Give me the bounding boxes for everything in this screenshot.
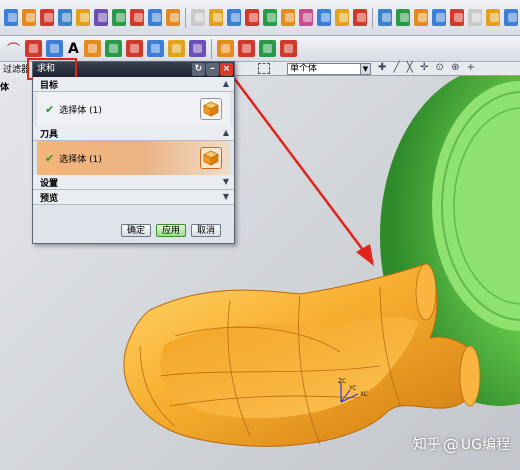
chevron-up-icon[interactable]: ▲ — [221, 128, 231, 138]
toolbar-button[interactable] — [58, 9, 73, 26]
toolbar-button[interactable] — [263, 9, 278, 26]
orange-bowl-body[interactable] — [123, 263, 481, 447]
chevron-down-icon[interactable]: ▼ — [221, 177, 231, 187]
snap-point-icons[interactable]: ✚ ╱ ╳ ✛ ⊙ ⊕ + — [378, 62, 477, 73]
preview-section-header[interactable]: 预览 ▼ — [33, 190, 234, 205]
side-label: 体 — [0, 83, 10, 93]
select-body-cube-icon[interactable] — [200, 98, 222, 120]
close-icon[interactable]: × — [220, 63, 233, 76]
watermark-author: UG编程 — [460, 437, 510, 453]
cancel-button[interactable]: 取消 — [190, 224, 221, 237]
toolbar-button[interactable] — [468, 9, 483, 26]
toolbar-button[interactable] — [377, 9, 392, 26]
title-buttons: ↻ – × — [191, 63, 233, 76]
toolbar-button[interactable] — [40, 9, 55, 26]
check-icon: ✔ — [45, 151, 55, 165]
toolbar-button[interactable] — [258, 40, 276, 57]
target-section-title: 目标 — [40, 80, 59, 91]
toolbar-button[interactable] — [148, 9, 163, 26]
toolbar-button[interactable] — [414, 9, 429, 26]
toolbar-row-2: ⌒ A — [0, 36, 520, 62]
toolbar-button[interactable] — [450, 9, 465, 26]
select-body-cube-icon[interactable] — [200, 147, 222, 169]
tool-select-label: 选择体 (1) — [59, 154, 102, 165]
toolbar-row-1 — [0, 0, 520, 36]
unite-dialog: 求和 ↻ – × 目标 ▲ ✔ 选择体 (1) 刀具 ▲ ✔ 选择体 (1) 设… — [27, 58, 235, 244]
toolbar-button[interactable] — [94, 9, 109, 26]
chevron-down-icon[interactable]: ▼ — [221, 192, 231, 202]
settings-section-header[interactable]: 设置 ▼ — [33, 175, 234, 190]
chevron-up-icon[interactable]: ▲ — [221, 79, 231, 89]
watermark-brand: 知乎 — [412, 437, 441, 453]
text-icon[interactable]: A — [68, 41, 79, 57]
toolbar-button[interactable] — [4, 9, 19, 26]
toolbar-button[interactable] — [209, 9, 224, 26]
dialog-titlebar[interactable]: 求和 ↻ – × — [27, 58, 234, 80]
yc-axis-label: YC — [348, 385, 357, 392]
minimize-icon[interactable]: – — [206, 63, 219, 76]
toolbar-button[interactable] — [83, 40, 101, 57]
tool-select-body[interactable]: ✔ 选择体 (1) — [37, 141, 230, 175]
toolbar-button[interactable] — [432, 9, 447, 26]
toolbar-button[interactable] — [166, 9, 181, 26]
xc-axis-label: XC — [360, 391, 368, 398]
toolbar-button[interactable] — [46, 40, 64, 57]
toolbar-button[interactable] — [188, 40, 206, 57]
chevron-down-icon[interactable]: ▼ — [360, 64, 370, 74]
dialog-button-row: 确定 应用 取消 — [33, 224, 234, 237]
annotation-arrow — [230, 76, 374, 266]
toolbar-button[interactable] — [104, 40, 122, 57]
tool-section-title: 刀具 — [40, 129, 59, 140]
curve-icon[interactable]: ⌒ — [7, 39, 20, 58]
toolbar-button[interactable] — [25, 40, 43, 57]
reset-icon[interactable]: ↻ — [192, 63, 205, 76]
target-select-label: 选择体 (1) — [59, 105, 102, 116]
toolbar-button[interactable] — [353, 9, 368, 26]
toolbar-button[interactable] — [279, 40, 297, 57]
zc-axis-label: ZC — [338, 378, 346, 385]
preview-section-title: 预览 — [40, 193, 59, 204]
toolbar-button[interactable] — [76, 9, 91, 26]
toolbar-button[interactable] — [22, 9, 37, 26]
watermark-separator: @ — [442, 434, 459, 454]
toolbar-button[interactable] — [146, 40, 164, 57]
apply-button[interactable]: 应用 — [155, 224, 186, 237]
select-box-icon[interactable] — [258, 63, 270, 74]
toolbar-separator — [185, 7, 186, 28]
toolbar-button[interactable] — [130, 9, 145, 26]
toolbar-button[interactable] — [125, 40, 143, 57]
toolbar-button[interactable] — [227, 9, 242, 26]
selection-type-value: 单个体 — [290, 64, 318, 74]
toolbar-button[interactable] — [486, 9, 501, 26]
selection-type-dropdown[interactable]: 单个体 ▼ — [287, 63, 371, 75]
toolbar-button[interactable] — [395, 9, 410, 26]
tool-section-header[interactable]: 刀具 ▲ — [33, 126, 234, 141]
toolbar-separator — [372, 7, 373, 28]
check-icon: ✔ — [45, 102, 55, 116]
toolbar-button[interactable] — [112, 9, 127, 26]
toolbar-button[interactable] — [299, 9, 314, 26]
toolbar-button[interactable] — [504, 9, 519, 26]
toolbar-button[interactable] — [167, 40, 185, 57]
ok-button[interactable]: 确定 — [120, 224, 151, 237]
toolbar-button[interactable] — [317, 9, 332, 26]
toolbar-button[interactable] — [281, 9, 296, 26]
watermark: 知乎 @ UG编程 — [413, 434, 510, 454]
target-select-body[interactable]: ✔ 选择体 (1) — [37, 92, 230, 126]
settings-section-title: 设置 — [40, 178, 59, 189]
toolbar-button[interactable] — [216, 40, 234, 57]
toolbar-button[interactable] — [237, 40, 255, 57]
toolbar-button[interactable] — [245, 9, 260, 26]
target-section-header[interactable]: 目标 ▲ — [33, 77, 234, 92]
toolbar-separator — [210, 38, 212, 59]
toolbar-button[interactable] — [190, 9, 205, 26]
toolbar-button[interactable] — [335, 9, 350, 26]
